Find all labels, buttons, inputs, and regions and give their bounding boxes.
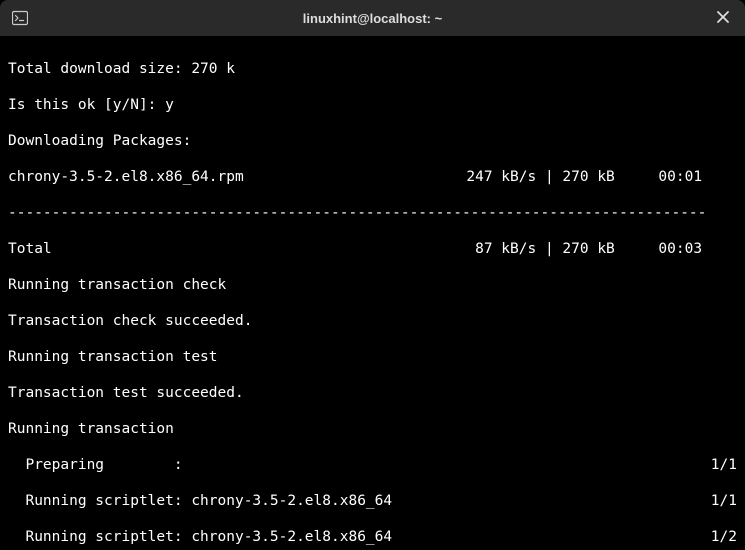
step-count: 1/2 [711, 528, 737, 546]
step-label: Preparing : [8, 456, 183, 474]
step-label: Running scriptlet: chrony-3.5-2.el8.x86_… [8, 492, 392, 510]
titlebar: linuxhint@localhost: ~ [0, 0, 745, 36]
progress-line: Running scriptlet: chrony-3.5-2.el8.x86_… [8, 528, 737, 546]
window-title: linuxhint@localhost: ~ [303, 11, 442, 26]
pkg-stats: 247 kB/s | 270 kB 00:01 [466, 168, 737, 186]
output-line: Running transaction check [8, 276, 737, 294]
output-line: Running transaction test [8, 348, 737, 366]
close-icon[interactable] [713, 7, 733, 29]
output-line: Total 87 kB/s | 270 kB 00:03 [8, 240, 737, 258]
step-count: 1/1 [711, 492, 737, 510]
total-label: Total [8, 240, 52, 258]
output-line: chrony-3.5-2.el8.x86_64.rpm 247 kB/s | 27… [8, 168, 737, 186]
output-line: Downloading Packages: [8, 132, 737, 150]
pkg-name: chrony-3.5-2.el8.x86_64.rpm [8, 168, 244, 186]
progress-line: Running scriptlet: chrony-3.5-2.el8.x86_… [8, 492, 737, 510]
output-line: Transaction check succeeded. [8, 312, 737, 330]
output-line: Total download size: 270 k [8, 60, 737, 78]
output-line: Transaction test succeeded. [8, 384, 737, 402]
terminal-app-icon [12, 10, 28, 26]
step-label: Running scriptlet: chrony-3.5-2.el8.x86_… [8, 528, 392, 546]
step-count: 1/1 [711, 456, 737, 474]
separator-line: ----------------------------------------… [8, 204, 737, 222]
total-stats: 87 kB/s | 270 kB 00:03 [466, 240, 737, 258]
progress-line: Preparing : 1/1 [8, 456, 737, 474]
terminal-body[interactable]: Total download size: 270 k Is this ok [y… [0, 36, 745, 550]
terminal-window: linuxhint@localhost: ~ Total download si… [0, 0, 745, 550]
output-line: Is this ok [y/N]: y [8, 96, 737, 114]
output-line: Running transaction [8, 420, 737, 438]
